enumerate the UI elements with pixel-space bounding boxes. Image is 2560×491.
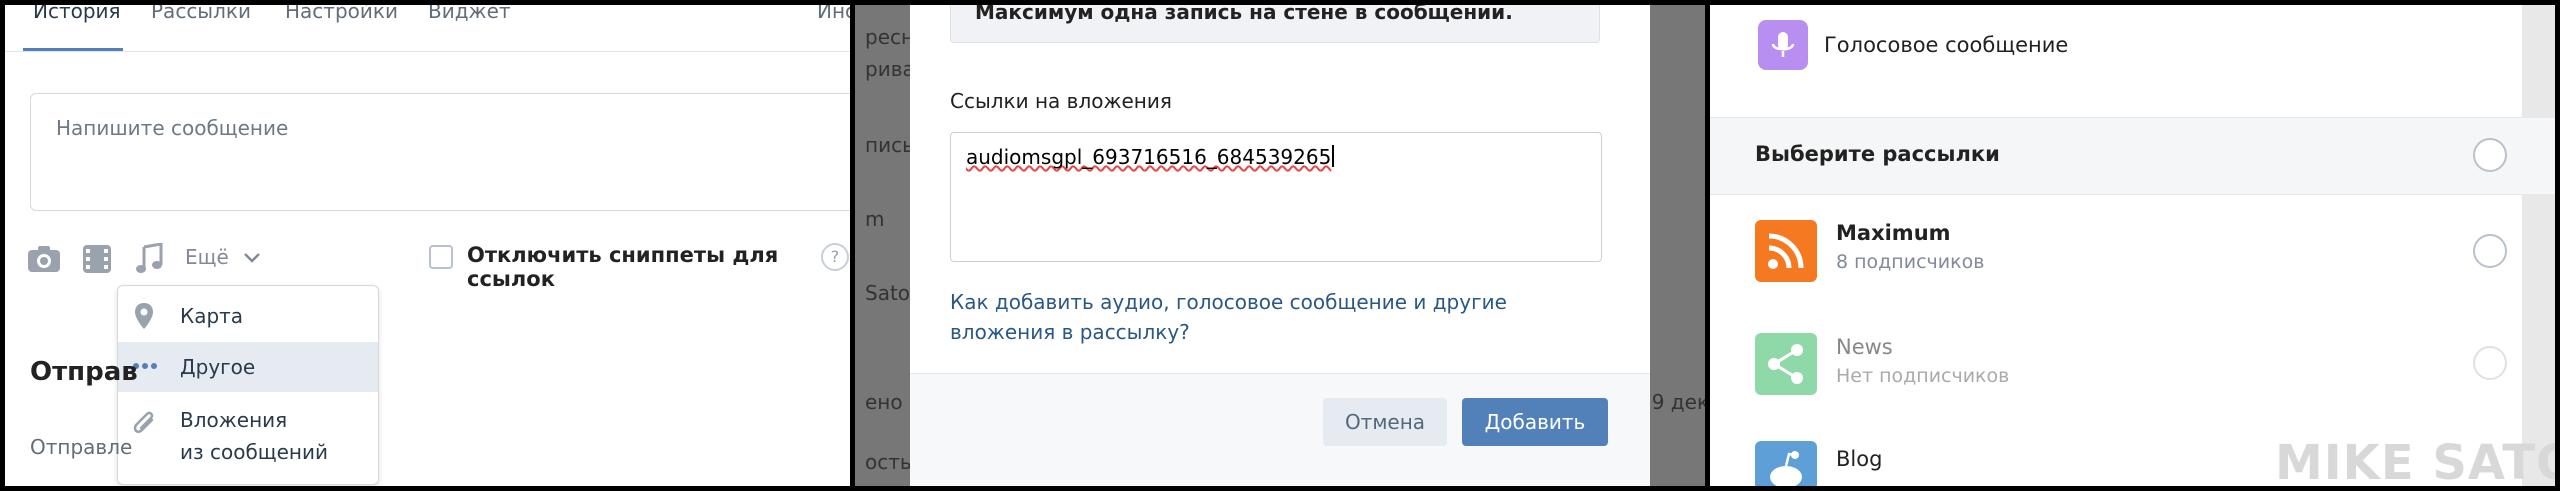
list-subscribers: Нет подписчиков xyxy=(1836,365,2010,387)
select-lists-header: Выберите рассылки xyxy=(1710,117,2555,195)
text-caret xyxy=(1332,145,1335,167)
paperclip-icon xyxy=(133,411,154,433)
dropdown-item-other[interactable]: Другое xyxy=(118,342,378,392)
reddit-icon xyxy=(1770,451,1802,486)
cancel-button[interactable]: Отмена xyxy=(1323,398,1447,446)
maximum-avatar xyxy=(1755,220,1817,282)
add-button[interactable]: Добавить xyxy=(1462,398,1608,446)
more-label: Ещё xyxy=(185,245,229,269)
tab-bar: История Рассылки Настройки Виджет Инс xyxy=(5,5,850,52)
attachments-dropdown: Карта Другое Вложения из сообщений xyxy=(117,285,379,485)
voice-message-label[interactable]: Голосовое сообщение xyxy=(1824,33,2068,57)
microphone-icon xyxy=(1771,32,1795,57)
attachment-links-value: audiomsgpl_693716516_684539265 xyxy=(966,145,1335,169)
list-radio[interactable] xyxy=(2473,234,2507,268)
disable-snippets-label: Отключить сниппеты для ссылок xyxy=(467,243,779,291)
news-avatar xyxy=(1755,333,1817,395)
list-name: Blog xyxy=(1836,447,1883,471)
dropdown-item-attachments-from-messages[interactable]: Вложения из сообщений xyxy=(118,398,378,478)
disable-snippets-checkbox[interactable] xyxy=(429,245,453,269)
blog-avatar xyxy=(1755,441,1817,486)
select-all-radio[interactable] xyxy=(2473,138,2507,172)
tab-mailings[interactable]: Рассылки xyxy=(151,5,251,23)
message-input[interactable]: Напишите сообщение xyxy=(30,93,850,211)
attachment-links-input[interactable]: audiomsgpl_693716516_684539265 xyxy=(950,132,1602,262)
list-radio[interactable] xyxy=(2473,346,2507,380)
modal-dialog: Максимум одна запись на стене в сообщени… xyxy=(910,5,1650,486)
tab-widget[interactable]: Виджет xyxy=(428,5,511,23)
right-edge xyxy=(2522,5,2555,486)
share-icon xyxy=(1768,344,1803,384)
watermark: MIKE SATOU xyxy=(2275,435,2555,486)
more-attachments-button[interactable]: Ещё xyxy=(185,245,261,269)
select-lists-label: Выберите рассылки xyxy=(1755,142,2000,166)
message-placeholder: Напишите сообщение xyxy=(56,116,289,140)
section-title: Отправ xyxy=(30,357,138,387)
section-subtitle: Отправле xyxy=(30,435,133,459)
list-name: Maximum xyxy=(1836,221,1951,245)
attachments-modal-panel: ресны ривайт пись в m Satou ено 8 осты 1… xyxy=(855,5,1705,486)
tab-more[interactable]: Инс xyxy=(817,5,850,23)
help-icon[interactable]: ? xyxy=(821,243,849,271)
recipients-panel: Голосовое сообщение Выберите рассылки Ma… xyxy=(1710,5,2555,486)
rss-icon xyxy=(1768,233,1804,269)
voice-message-avatar xyxy=(1758,20,1808,70)
camera-icon[interactable] xyxy=(27,245,61,273)
info-box: Максимум одна запись на стене в сообщени… xyxy=(950,5,1600,43)
list-name: News xyxy=(1836,335,1893,359)
music-icon[interactable] xyxy=(135,243,163,275)
help-link[interactable]: Как добавить аудио, голосовое сообщение … xyxy=(950,287,1610,347)
chevron-down-icon xyxy=(244,253,261,263)
background-text: осты xyxy=(865,450,916,474)
video-icon[interactable] xyxy=(82,244,112,274)
background-text: m xyxy=(865,207,885,231)
list-subscribers: 8 подписчиков xyxy=(1836,251,1985,273)
tab-history[interactable]: История xyxy=(33,5,121,23)
dropdown-item-map[interactable]: Карта xyxy=(118,294,378,338)
attachment-links-label: Ссылки на вложения xyxy=(950,89,1172,113)
map-pin-icon xyxy=(135,303,153,329)
messages-panel: История Рассылки Настройки Виджет Инс На… xyxy=(5,5,850,486)
active-tab-indicator xyxy=(23,48,123,51)
tab-settings[interactable]: Настройки xyxy=(285,5,398,23)
info-text: Максимум одна запись на стене в сообщени… xyxy=(975,5,1513,24)
